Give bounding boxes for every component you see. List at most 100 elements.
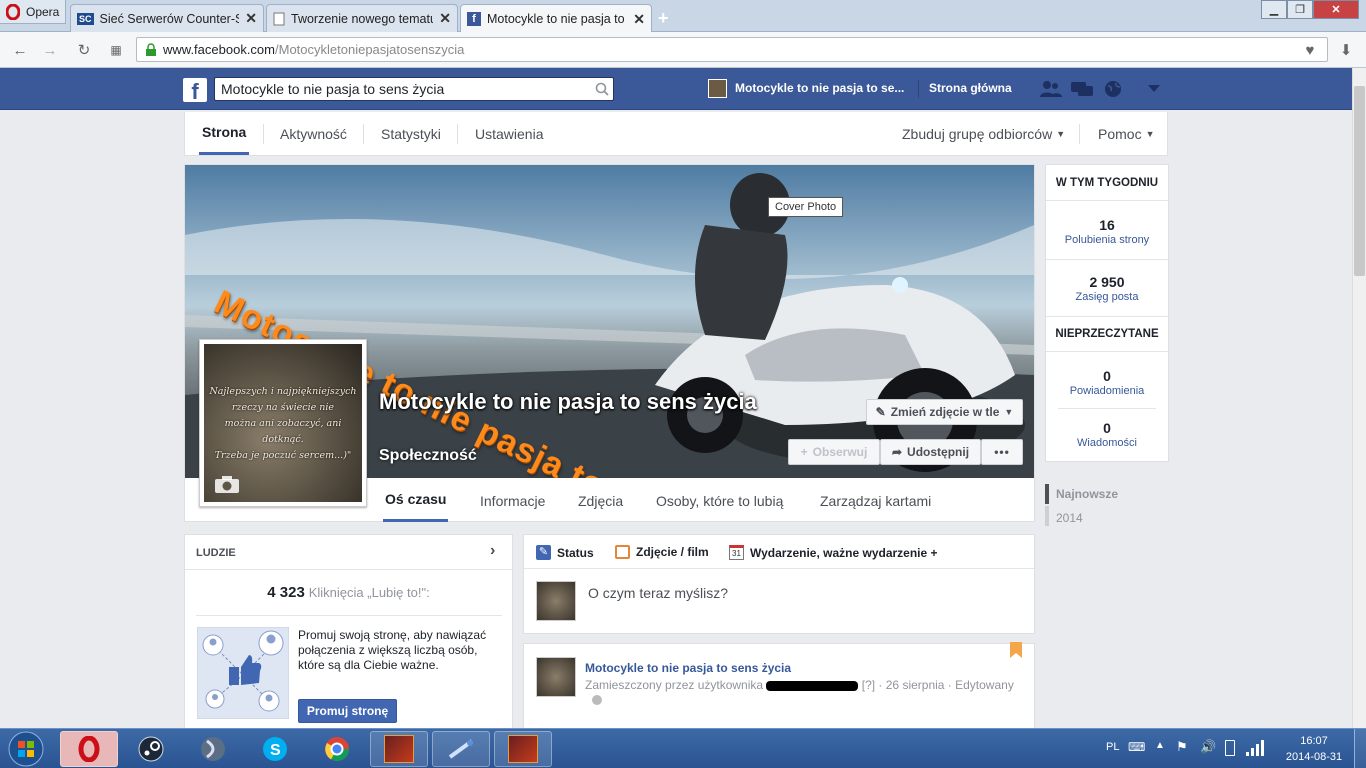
show-hidden-icons-icon[interactable]: ▲ xyxy=(1155,740,1165,751)
timeline-nav-2014[interactable]: 2014 xyxy=(1056,511,1083,525)
taskbar-skype-icon[interactable]: S xyxy=(246,731,304,767)
profile-image: Najlepszych i najpiękniejszych rzeczy na… xyxy=(204,344,362,502)
quote-line: rzeczy na świecie nie xyxy=(231,402,335,413)
follow-button[interactable]: + Obserwuj xyxy=(788,439,880,465)
tab-counter-strike[interactable]: SC Sieć Serwerów Counter-Strike ✕ xyxy=(70,4,264,32)
search-value: Motocykle to nie pasja to sens życia xyxy=(221,81,445,97)
account-menu-chevron-icon[interactable] xyxy=(1148,85,1160,93)
download-icon[interactable]: ⬇ xyxy=(1336,40,1356,60)
build-audience-label: Zbuduj grupę odbiorców xyxy=(902,125,1053,142)
tab-statystyki[interactable]: Statystyki xyxy=(381,112,441,155)
volume-icon[interactable]: 🔊 xyxy=(1200,739,1216,755)
page-scrollbar[interactable] xyxy=(1352,68,1366,728)
facebook-favicon-icon: f xyxy=(467,12,481,26)
minimize-button[interactable]: ▁ xyxy=(1261,0,1287,19)
close-icon[interactable]: ✕ xyxy=(633,11,645,28)
tab-aktywnosc[interactable]: Aktywność xyxy=(280,112,347,155)
camera-icon[interactable] xyxy=(214,474,240,494)
page-avatar-small[interactable] xyxy=(708,79,727,98)
timeline-nav-latest[interactable]: Najnowsze xyxy=(1056,487,1118,501)
tab-ustawienia[interactable]: Ustawienia xyxy=(475,112,543,155)
plus-icon: + xyxy=(800,445,808,459)
network-signal-icon[interactable] xyxy=(1246,740,1264,756)
post-timestamp[interactable]: [?] · 26 sierpnia · Edytowany xyxy=(862,678,1014,692)
language-indicator[interactable]: PL xyxy=(1106,741,1119,753)
taskbar-game-icon-2[interactable] xyxy=(494,731,552,767)
notifications-link[interactable]: Powiadomienia xyxy=(1046,385,1168,397)
keyboard-icon[interactable]: ⌨ xyxy=(1128,740,1145,754)
divider xyxy=(1058,408,1156,409)
close-window-button[interactable]: ✕ xyxy=(1313,0,1359,19)
share-button[interactable]: ➦ Udostępnij xyxy=(880,439,981,465)
reload-icon[interactable]: ↻ xyxy=(74,40,94,60)
page-likes-count: 16 xyxy=(1099,217,1115,233)
opera-menu-button[interactable]: Opera xyxy=(0,0,66,24)
show-desktop-button[interactable] xyxy=(1354,729,1366,768)
photo-icon xyxy=(615,545,630,559)
tab-photos[interactable]: Zdjęcia xyxy=(578,479,623,522)
build-audience-menu[interactable]: Zbuduj grupę odbiorców ▼ xyxy=(902,112,1065,155)
profile-picture[interactable]: Najlepszych i najpiękniejszych rzeczy na… xyxy=(199,339,367,507)
divider xyxy=(363,124,364,144)
taskbar-game-icon[interactable] xyxy=(370,731,428,767)
more-options-button[interactable]: ••• xyxy=(981,439,1023,465)
change-cover-button[interactable]: ✎ Zmień zdjęcie w tle ▼ xyxy=(866,399,1023,425)
close-icon[interactable]: ✕ xyxy=(439,10,451,27)
composer-tab-status[interactable]: ✎ Status xyxy=(536,545,594,560)
taskbar-chrome-icon[interactable] xyxy=(308,731,366,767)
help-menu[interactable]: Pomoc ▼ xyxy=(1098,112,1155,155)
page-shortcut-link[interactable]: Motocykle to nie pasja to se... xyxy=(735,81,904,95)
composer-tab-photo[interactable]: Zdjęcie / film xyxy=(615,545,709,559)
tab-title: Motocykle to nie pasja to sens życia xyxy=(487,12,627,26)
tab-motocykle[interactable]: f Motocykle to nie pasja to sens życia ✕ xyxy=(460,4,652,33)
heart-bookmark-icon[interactable]: ♥ xyxy=(1300,40,1320,60)
scrollbar-thumb[interactable] xyxy=(1354,86,1365,276)
taskbar-opera-icon[interactable] xyxy=(60,731,118,767)
notifications-globe-icon[interactable] xyxy=(1104,80,1124,100)
close-icon[interactable]: ✕ xyxy=(245,10,257,27)
clock[interactable]: 16:07 2014-08-31 xyxy=(1282,733,1346,765)
tab-strona[interactable]: Strona xyxy=(199,112,250,155)
battery-icon[interactable] xyxy=(1225,740,1235,756)
audience-globe-icon[interactable] xyxy=(592,695,602,705)
post-avatar[interactable] xyxy=(536,657,576,697)
taskbar-steam-icon[interactable] xyxy=(122,731,180,767)
this-week-header: W TYM TYGODNIU xyxy=(1046,165,1168,201)
windows-start-icon[interactable] xyxy=(6,731,46,767)
friend-requests-icon[interactable] xyxy=(1040,80,1062,98)
home-link[interactable]: Strona główna xyxy=(929,81,1012,95)
post-author-link[interactable]: Motocykle to nie pasja to sens życia xyxy=(585,661,791,675)
opera-label: Opera xyxy=(26,4,60,19)
cover-photo-tooltip: Cover Photo xyxy=(768,197,844,217)
notifications-count: 0 xyxy=(1103,368,1111,384)
promote-page-button[interactable]: Promuj stronę xyxy=(298,699,397,723)
facebook-logo-icon[interactable]: f xyxy=(183,78,207,104)
speed-dial-grid-icon[interactable]: ▦ xyxy=(106,40,126,60)
search-icon[interactable] xyxy=(595,82,609,96)
new-tab-plus-icon[interactable]: + xyxy=(658,8,669,29)
bookmark-flag-icon[interactable] xyxy=(1010,642,1022,658)
tab-likes[interactable]: Osoby, które to lubią xyxy=(656,479,783,522)
change-cover-label: Zmień zdjęcie w tle xyxy=(890,405,1000,419)
messages-icon[interactable] xyxy=(1071,80,1093,98)
tab-manage-tabs[interactable]: Zarządzaj kartami xyxy=(820,479,931,522)
status-label: Status xyxy=(557,545,594,560)
tab-timeline[interactable]: Oś czasu xyxy=(383,479,449,522)
taskbar-app-icon[interactable] xyxy=(184,731,242,767)
status-input[interactable]: O czym teraz myślisz? xyxy=(588,585,728,601)
forward-arrow-icon[interactable]: → xyxy=(40,40,60,60)
url-input[interactable]: www.facebook.com/Motocykletoniepasjatose… xyxy=(136,37,1328,62)
maximize-button[interactable]: ❐ xyxy=(1287,0,1313,19)
page-likes-link[interactable]: Polubienia strony xyxy=(1046,234,1168,246)
post-reach-link[interactable]: Zasięg posta xyxy=(1046,291,1168,303)
taskbar-tool-icon[interactable] xyxy=(432,731,490,767)
back-arrow-icon[interactable]: ← xyxy=(10,40,30,60)
chevron-right-icon[interactable]: › xyxy=(490,542,495,560)
tab-new-topic[interactable]: Tworzenie nowego tematu ✕ xyxy=(266,4,458,32)
messages-link[interactable]: Wiadomości xyxy=(1046,437,1168,449)
facebook-search-input[interactable]: Motocykle to nie pasja to sens życia xyxy=(214,77,614,101)
tab-info[interactable]: Informacje xyxy=(480,479,545,522)
likes-label[interactable]: Kliknięcia „Lubię to!": xyxy=(309,585,430,600)
action-center-flag-icon[interactable]: ⚑ xyxy=(1176,739,1188,755)
composer-tab-event[interactable]: 31 Wydarzenie, ważne wydarzenie + xyxy=(729,545,938,560)
